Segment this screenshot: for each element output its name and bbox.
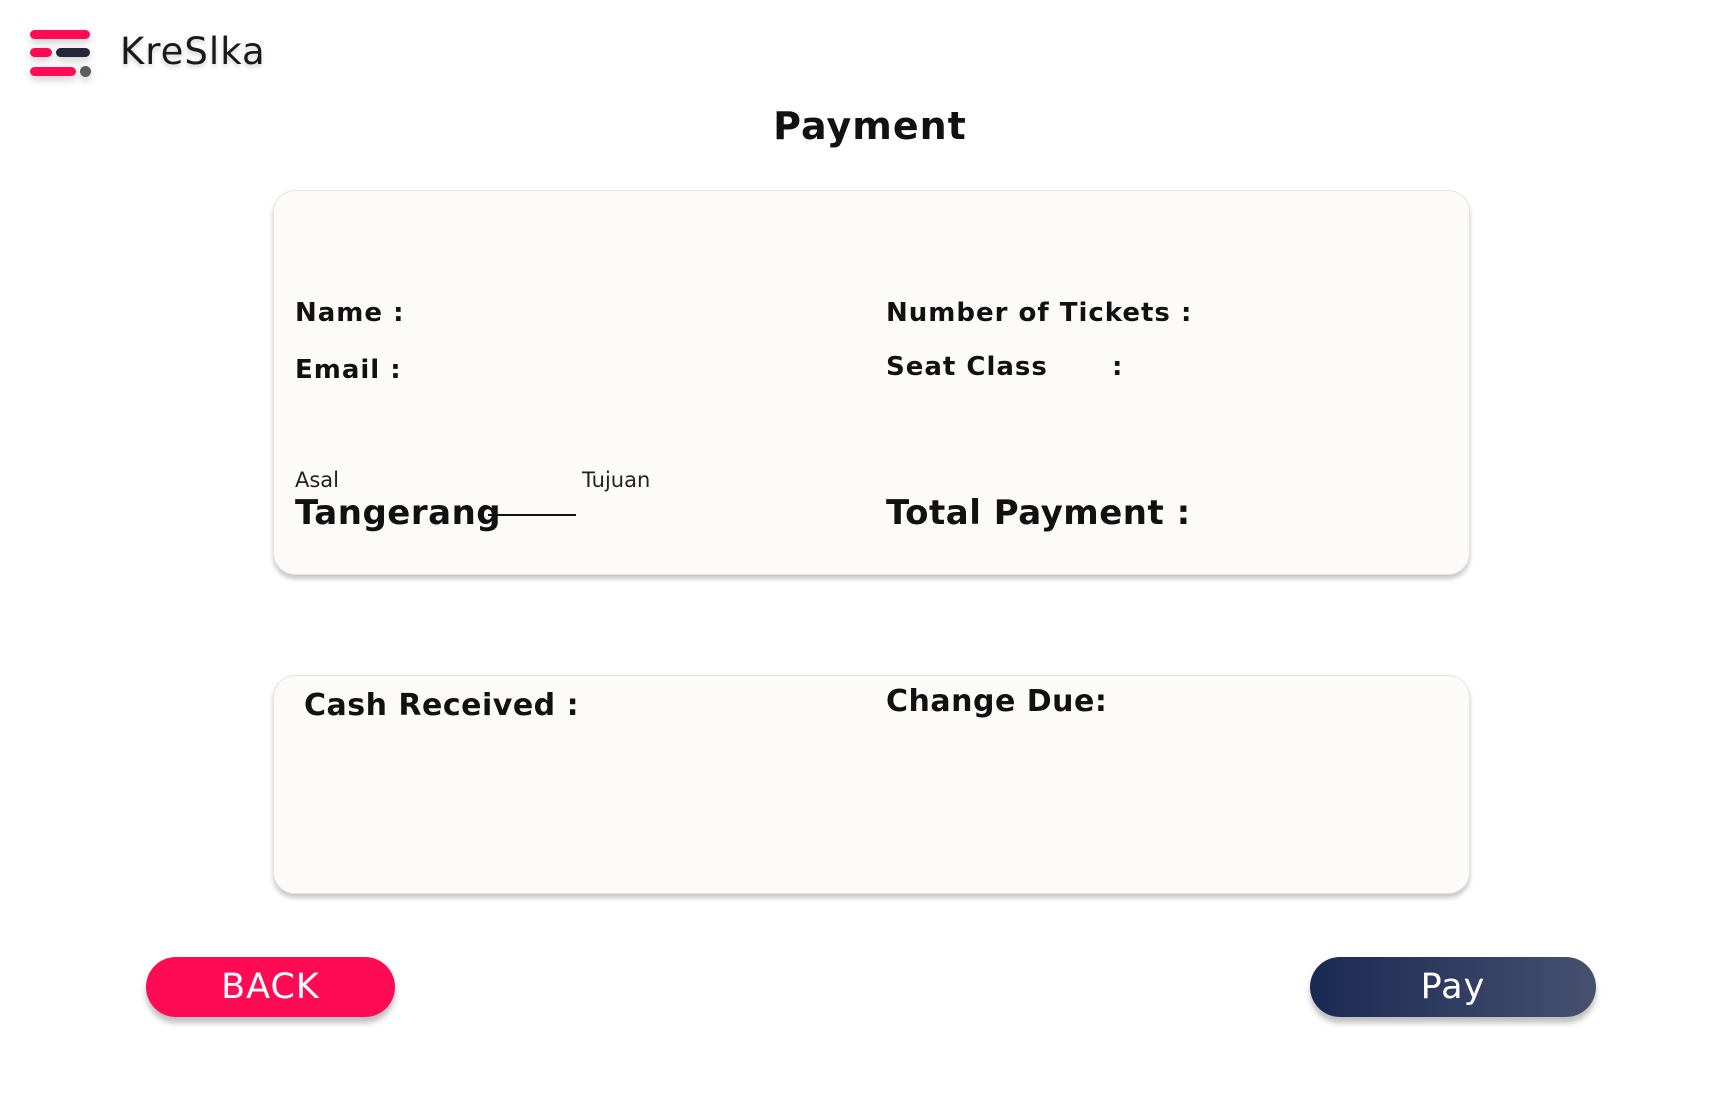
- cash-received-label: Cash Received :: [304, 688, 580, 723]
- pay-button[interactable]: Pay: [1310, 957, 1596, 1017]
- kreslka-logo-icon: [30, 30, 94, 80]
- brand-name: KreSlka: [120, 30, 266, 73]
- page-title: Payment: [773, 104, 967, 148]
- route-line: [488, 514, 576, 516]
- seat-class-colon: :: [1112, 352, 1124, 382]
- number-of-tickets-label: Number of Tickets :: [886, 298, 1193, 328]
- back-button[interactable]: BACK: [146, 957, 395, 1017]
- destination-caption: Tujuan: [582, 468, 651, 492]
- email-label: Email :: [295, 355, 402, 385]
- total-payment-label: Total Payment :: [886, 493, 1191, 533]
- change-due-label: Change Due:: [886, 684, 1108, 719]
- origin-value: Tangerang: [295, 493, 502, 533]
- origin-caption: Asal: [295, 468, 340, 492]
- name-label: Name :: [295, 298, 405, 328]
- seat-class-label: Seat Class: [886, 352, 1048, 382]
